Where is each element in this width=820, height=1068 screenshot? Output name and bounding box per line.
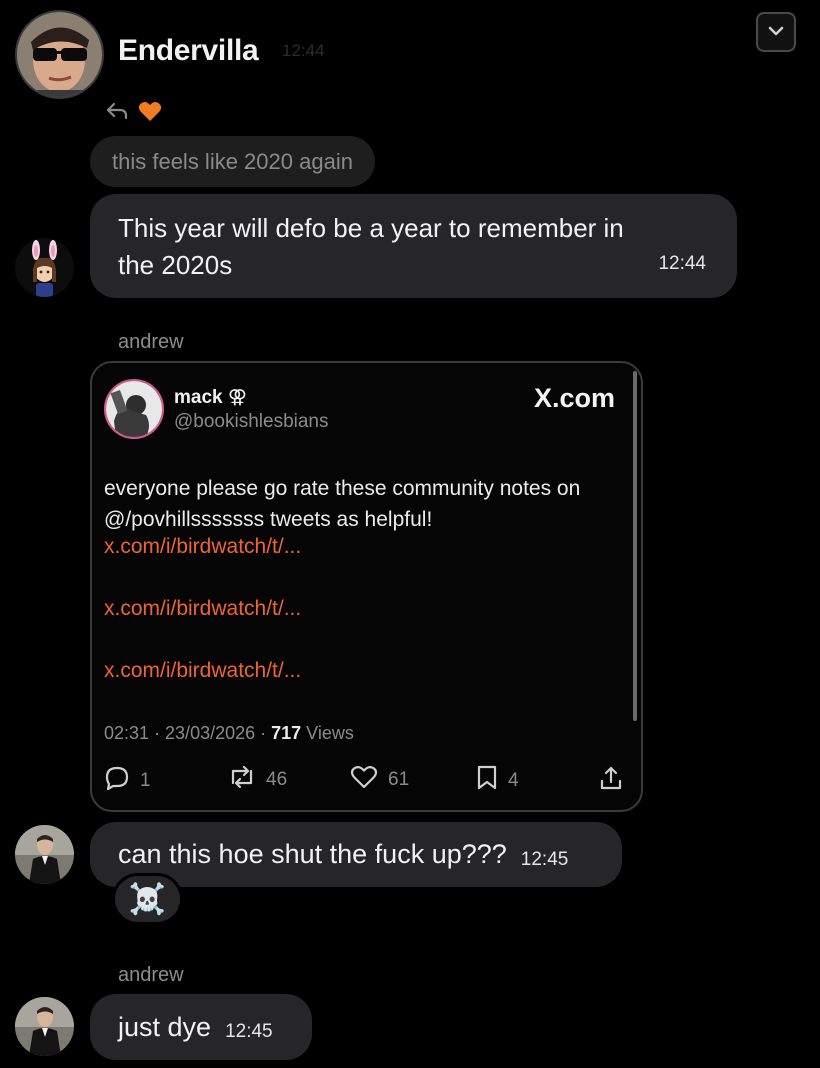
heart-outline-icon [350, 765, 378, 795]
message-bubble[interactable]: just dye 12:45 [90, 994, 312, 1060]
sender-name: Endervilla [118, 34, 259, 67]
reply-count: 1 [140, 770, 151, 791]
reply-action[interactable]: 1 [104, 765, 151, 797]
chevron-down-icon [768, 23, 784, 41]
post-link[interactable]: x.com/i/birdwatch/t/... [104, 535, 301, 559]
comment-icon [104, 765, 130, 797]
sender-label: andrew [118, 964, 184, 986]
post-meta: 02:31 · 23/03/2026 · 717 Views [104, 723, 354, 744]
bookmark-icon [476, 765, 498, 797]
message-timestamp: 12:45 [520, 848, 569, 870]
share-action[interactable] [598, 765, 624, 797]
message-text: just dye [118, 1011, 212, 1042]
repost-count: 46 [266, 769, 288, 790]
message-timestamp: 12:45 [225, 1021, 273, 1042]
post-author-handle[interactable]: @bookishlesbians [174, 411, 329, 433]
collapse-button[interactable] [756, 12, 796, 52]
message-text-line: This year will defo be a year to remembe… [118, 213, 624, 243]
like-count: 61 [388, 769, 410, 790]
bookmark-count: 4 [508, 770, 519, 791]
heart-icon [138, 100, 162, 127]
skull-reaction[interactable]: ☠️ [112, 873, 183, 925]
post-author-avatar[interactable] [104, 379, 164, 439]
sender-avatar-endervilla[interactable] [15, 10, 104, 99]
post-text: everyone please go rate these community … [104, 473, 624, 535]
views-count: 717 [271, 723, 302, 743]
sender-avatar-andrew[interactable] [15, 997, 74, 1056]
post-author-name[interactable]: mack ⚢ [174, 386, 247, 409]
card-scrollbar[interactable] [633, 371, 637, 721]
like-action[interactable]: 61 [350, 765, 409, 795]
reply-indicator [106, 100, 162, 127]
message-timestamp: 12:44 [658, 253, 706, 274]
sender-avatar-andrew[interactable] [15, 825, 74, 884]
post-link[interactable]: x.com/i/birdwatch/t/... [104, 659, 301, 683]
repost-icon [228, 765, 256, 795]
quoted-message[interactable]: this feels like 2020 again [90, 136, 375, 187]
post-date: 02:31 · 23/03/2026 · [104, 723, 272, 743]
post-text-line: @/povhillsssssss tweets as helpful! [104, 508, 433, 531]
message-text: can this hoe shut the fuck up??? [118, 839, 507, 869]
source-label: X.com [533, 383, 615, 413]
repost-action[interactable]: 46 [228, 765, 287, 795]
sender-label: andrew [118, 331, 184, 353]
post-text-line: everyone please go rate these community … [104, 477, 581, 500]
embedded-post-card[interactable]: mack ⚢ @bookishlesbians X.com everyone p… [90, 361, 643, 812]
message-text-line: the 2020s [118, 250, 233, 280]
sender-avatar-bunny[interactable] [15, 238, 74, 297]
header-timestamp: 12:44 [282, 41, 325, 60]
share-icon [598, 765, 624, 797]
post-link[interactable]: x.com/i/birdwatch/t/... [104, 597, 301, 621]
bookmark-action[interactable]: 4 [476, 765, 519, 797]
reply-arrow-icon [106, 102, 128, 125]
message-bubble[interactable]: This year will defo be a year to remembe… [90, 194, 737, 298]
views-label: Views [301, 723, 354, 743]
post-actions: 1 46 61 4 [104, 765, 628, 793]
